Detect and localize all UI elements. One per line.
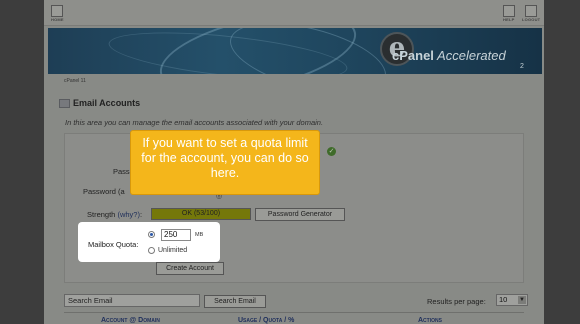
search-input[interactable]: Search Email <box>64 294 200 307</box>
quota-unit-label: MB <box>195 232 204 238</box>
chevron-down-icon: ▼ <box>518 296 526 304</box>
results-per-page-value: 10 <box>499 295 508 304</box>
accounts-table-header: Account @ Domain Usage / Quota / % Actio… <box>64 312 524 324</box>
logout-icon[interactable] <box>525 5 537 17</box>
results-per-page-select[interactable]: 10 ▼ <box>496 294 528 306</box>
strength-why-link[interactable]: (why?) <box>117 210 140 219</box>
help-label: HELP <box>503 17 515 22</box>
email-accounts-icon <box>59 99 70 108</box>
create-account-button[interactable]: Create Account <box>156 262 224 275</box>
quota-limit-radio[interactable] <box>148 231 155 238</box>
quota-unlimited-radio[interactable] <box>148 247 155 254</box>
cpanel-logo-text: cPanel Accelerated <box>392 48 506 63</box>
breadcrumb[interactable]: cPanel 11 <box>64 78 86 84</box>
password-again-label: Password (a <box>83 187 125 196</box>
cpanel-banner: e cPanel Accelerated 2 <box>48 28 542 74</box>
mailbox-quota-label: Mailbox Quota: <box>88 240 139 249</box>
password-strength-meter: OK (53/100) <box>151 208 251 220</box>
tutorial-tooltip: If you want to set a quota limit for the… <box>130 130 320 195</box>
logout-label: LOGOUT <box>522 17 541 22</box>
column-account[interactable]: Account @ Domain <box>101 317 160 324</box>
cpanel-logo-version: 2 <box>520 63 524 70</box>
strength-label: Strength (why?): <box>87 210 143 219</box>
home-label: HOME <box>51 17 64 22</box>
results-per-page-label: Results per page: <box>427 297 486 306</box>
help-icon[interactable] <box>503 5 515 17</box>
valid-check-icon: ✓ <box>327 147 336 156</box>
page-description: In this area you can manage the email ac… <box>65 118 324 127</box>
page-title: Email Accounts <box>73 98 141 108</box>
password-generator-button[interactable]: Password Generator <box>255 208 345 221</box>
top-toolbar: HOME HELP LOGOUT <box>44 0 544 26</box>
unlimited-label: Unlimited <box>158 247 188 254</box>
search-email-button[interactable]: Search Email <box>204 295 266 308</box>
password-label: Pass <box>113 167 130 176</box>
home-icon[interactable] <box>51 5 63 17</box>
quota-input[interactable]: 250 <box>161 229 191 241</box>
column-usage[interactable]: Usage / Quota / % <box>238 317 294 324</box>
column-actions: Actions <box>418 317 442 324</box>
